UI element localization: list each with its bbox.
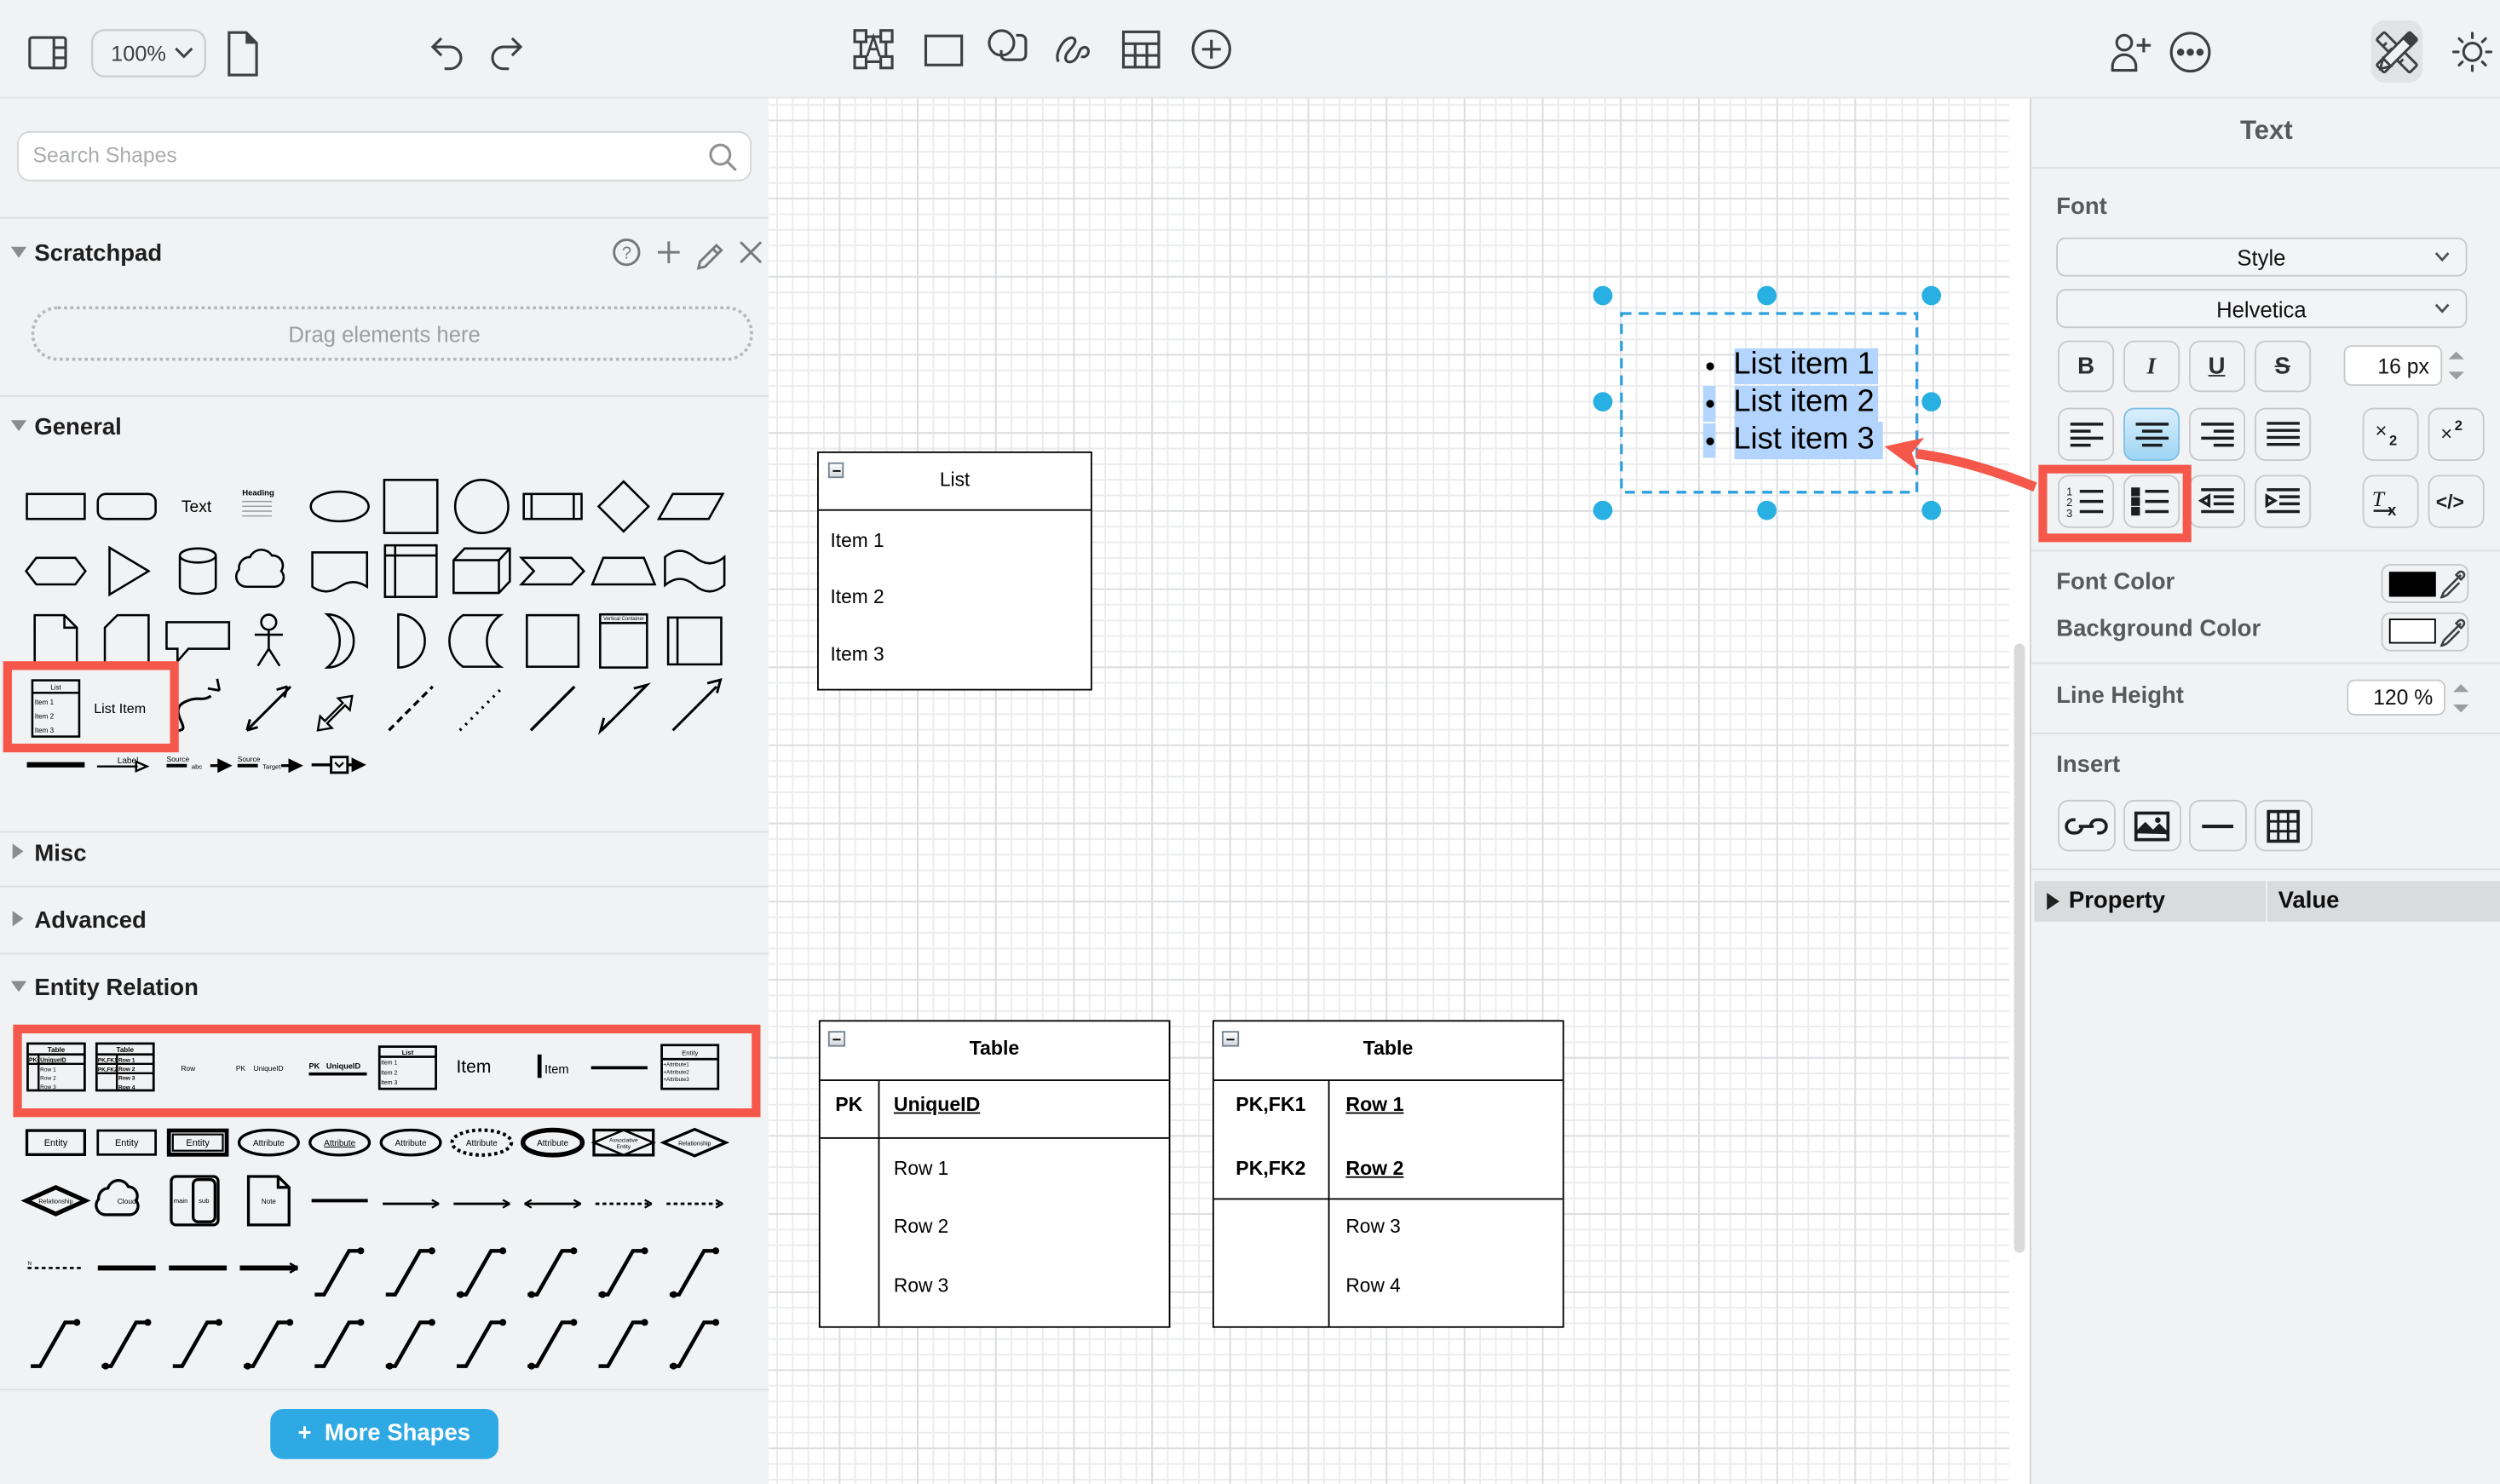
svg-text:Attribute: Attribute: [466, 1139, 498, 1148]
svg-text:?: ?: [622, 244, 631, 262]
svg-text:Item 1: Item 1: [35, 699, 55, 706]
svg-text:Source: Source: [238, 755, 261, 763]
svg-text:Row 1: Row 1: [118, 1057, 135, 1063]
svg-text:Item 2: Item 2: [35, 713, 55, 721]
svg-text:PK,FK1: PK,FK1: [98, 1057, 118, 1063]
svg-text:2: 2: [2389, 433, 2397, 448]
svg-text:Item 1: Item 1: [381, 1061, 397, 1067]
svg-text:</>: </>: [2435, 490, 2463, 512]
svg-text:List: List: [402, 1049, 414, 1056]
svg-text:PK UniqueID: PK UniqueID: [236, 1064, 284, 1073]
svg-text:Attribute: Attribute: [395, 1139, 427, 1148]
svg-text:UniqueID: UniqueID: [40, 1057, 66, 1063]
svg-text:3: 3: [2066, 506, 2072, 519]
svg-text:Entity: Entity: [682, 1049, 698, 1056]
svg-text:Row 3: Row 3: [40, 1084, 56, 1090]
svg-text:Relationship: Relationship: [38, 1198, 72, 1205]
svg-text:Cloud: Cloud: [118, 1197, 136, 1205]
svg-text:+Attribute3: +Attribute3: [663, 1077, 689, 1083]
svg-text:Attribute: Attribute: [253, 1139, 285, 1148]
svg-text:N: N: [27, 1261, 31, 1267]
svg-text:Entity: Entity: [44, 1138, 68, 1148]
svg-text:PK: PK: [29, 1057, 37, 1063]
svg-text:Attribute: Attribute: [537, 1139, 568, 1148]
svg-text:×: ×: [2440, 423, 2452, 446]
svg-text:100%: 100%: [111, 43, 166, 66]
svg-text:Associative: Associative: [609, 1137, 638, 1143]
svg-text:Entity: Entity: [186, 1138, 210, 1148]
svg-text:Entity: Entity: [115, 1138, 139, 1148]
svg-text:Table: Table: [48, 1046, 66, 1054]
svg-text:abc: abc: [192, 762, 203, 770]
svg-text:List Item: List Item: [94, 701, 146, 716]
svg-text:PK UniqueID: PK UniqueID: [309, 1061, 361, 1070]
svg-text:Vertical Container: Vertical Container: [603, 617, 644, 622]
svg-text:main: main: [174, 1197, 188, 1205]
svg-text:PK,FK2: PK,FK2: [98, 1067, 118, 1073]
svg-text:2: 2: [2454, 418, 2462, 434]
svg-text:Item: Item: [544, 1063, 569, 1077]
svg-text:T: T: [2371, 486, 2385, 510]
svg-text:Item 3: Item 3: [381, 1080, 397, 1086]
svg-text:x: x: [2388, 500, 2397, 518]
svg-text:Item 3: Item 3: [35, 727, 55, 734]
svg-text:Row 1: Row 1: [40, 1067, 56, 1073]
svg-text:Heading: Heading: [242, 489, 274, 498]
svg-text:Relationship: Relationship: [678, 1142, 711, 1148]
svg-text:sub: sub: [199, 1197, 209, 1205]
svg-text:List: List: [50, 684, 61, 692]
svg-text:Row 2: Row 2: [118, 1067, 135, 1073]
svg-text:Item: Item: [456, 1057, 491, 1077]
svg-text:Row 2: Row 2: [40, 1076, 56, 1082]
svg-text:Text: Text: [181, 498, 212, 516]
svg-text:Row 4: Row 4: [118, 1084, 135, 1090]
svg-text:+Attribute1: +Attribute1: [663, 1062, 689, 1068]
svg-text:Table: Table: [116, 1046, 134, 1054]
svg-text:Source: Source: [166, 755, 189, 763]
svg-text:Entity: Entity: [617, 1144, 631, 1150]
svg-text:+Attribute2: +Attribute2: [663, 1069, 689, 1075]
svg-text:Item 2: Item 2: [381, 1070, 397, 1076]
svg-text:Row 3: Row 3: [118, 1076, 135, 1082]
svg-text:Target: Target: [262, 762, 281, 770]
svg-text:×: ×: [2375, 419, 2387, 442]
svg-text:Note: Note: [262, 1198, 277, 1205]
svg-text:Row: Row: [181, 1064, 196, 1073]
svg-text:Attribute: Attribute: [324, 1139, 355, 1148]
